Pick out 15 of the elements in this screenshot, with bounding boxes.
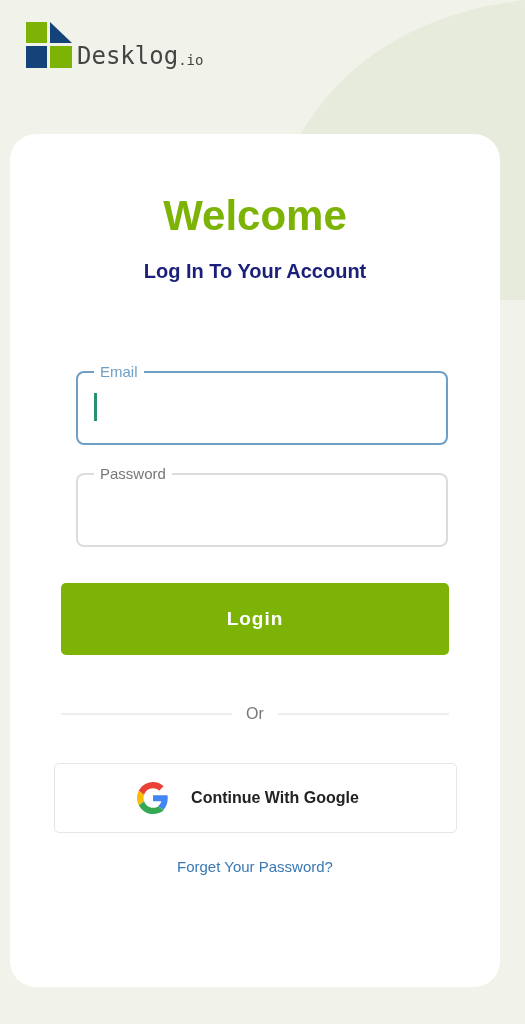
field-label: Password xyxy=(99,465,167,483)
google-icon xyxy=(137,782,170,814)
login-button[interactable]: Login xyxy=(61,583,449,655)
text-cursor xyxy=(94,393,97,421)
google-button[interactable]: Continue With Google xyxy=(53,763,457,833)
forgot-password-link[interactable]: Forget Your Password? xyxy=(177,858,333,875)
logo-icon xyxy=(26,22,72,68)
field-label: Email xyxy=(99,363,139,381)
login-subheading: Log In To Your Account xyxy=(143,260,367,283)
input-field[interactable]: Email xyxy=(76,363,448,445)
logo-suffix: .io xyxy=(178,53,204,67)
divider-text: Or xyxy=(246,705,264,723)
welcome-heading: Welcome xyxy=(163,192,347,240)
input-field[interactable]: Password xyxy=(76,465,448,547)
logo-text: Desklog xyxy=(77,44,179,68)
